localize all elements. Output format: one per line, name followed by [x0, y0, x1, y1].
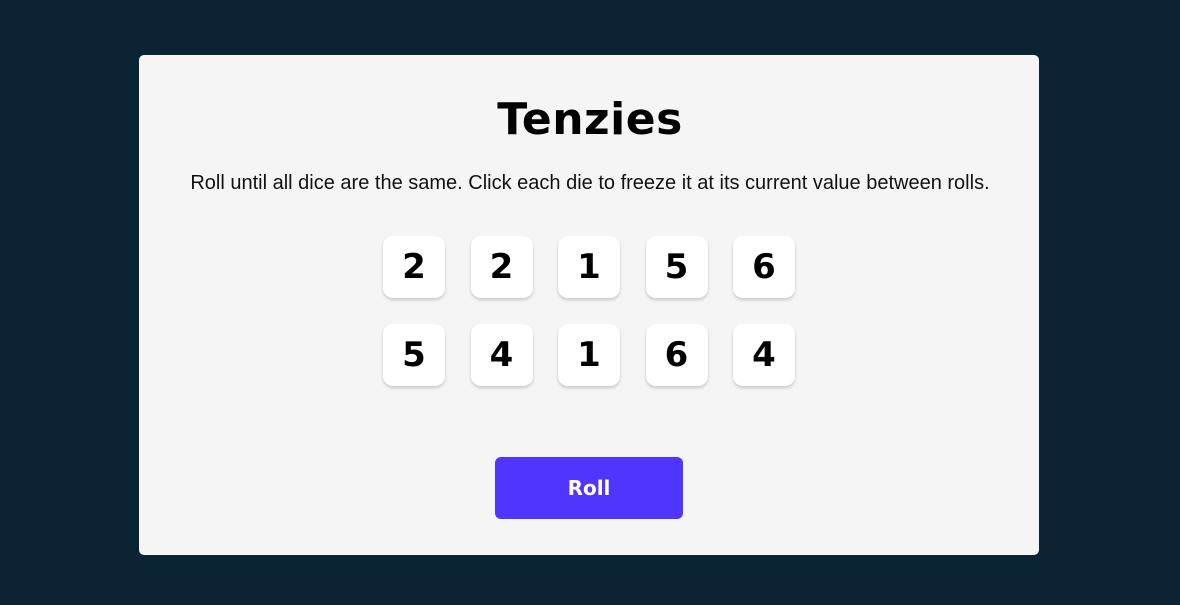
dice-grid: 2 2 1 5 6 5 4 1 6 4 — [383, 236, 795, 386]
die-2[interactable]: 2 — [470, 236, 533, 298]
die-value: 1 — [577, 247, 601, 287]
die-9[interactable]: 6 — [645, 323, 708, 386]
die-value: 2 — [489, 247, 514, 287]
die-3[interactable]: 1 — [558, 236, 620, 298]
die-value: 5 — [402, 334, 426, 375]
die-10[interactable]: 4 — [733, 323, 795, 386]
die-6[interactable]: 5 — [383, 323, 445, 386]
die-value: 6 — [752, 247, 776, 287]
die-value: 1 — [577, 334, 601, 375]
roll-button[interactable]: Roll — [495, 457, 683, 519]
die-8[interactable]: 1 — [558, 323, 620, 386]
die-4[interactable]: 5 — [645, 236, 708, 298]
die-1[interactable]: 2 — [383, 236, 445, 298]
die-7[interactable]: 4 — [470, 323, 533, 386]
die-value: 4 — [489, 334, 514, 375]
die-value: 4 — [752, 334, 776, 375]
die-value: 5 — [664, 247, 689, 287]
game-title: Tenzies — [497, 94, 683, 145]
die-value: 6 — [664, 334, 689, 375]
die-value: 2 — [402, 247, 426, 287]
die-5[interactable]: 6 — [733, 236, 795, 298]
instructions-text: Roll until all dice are the same. Click … — [190, 172, 990, 194]
